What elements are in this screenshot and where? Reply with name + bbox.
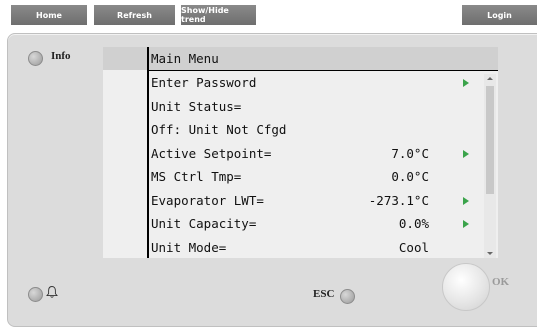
menu-row: Unit Mode= Cool	[151, 236, 481, 259]
alarm-led-button[interactable]	[28, 287, 43, 302]
home-button[interactable]: Home	[11, 5, 87, 25]
menu-row-value: Cool	[398, 239, 429, 255]
scroll-down-icon[interactable]	[487, 252, 493, 255]
menu-row-value: -273.1°C	[368, 192, 429, 208]
menu-title: Main Menu	[151, 51, 219, 66]
scroll-thumb[interactable]	[486, 86, 494, 194]
menu-row-label: Evaporator LWT=	[151, 192, 264, 208]
info-led-button[interactable]	[28, 51, 43, 66]
menu-row[interactable]: Evaporator LWT= -273.1°C	[151, 189, 481, 212]
screen-scrollbar[interactable]	[484, 74, 496, 258]
menu-row-label: Enter Password	[151, 75, 257, 90]
menu-title-bar: Main Menu	[103, 47, 498, 70]
menu-row-label: Active Setpoint=	[151, 145, 272, 161]
ok-knob-button[interactable]	[442, 263, 490, 311]
menu-row: Off: Unit Not Cfgd	[151, 118, 481, 141]
esc-button[interactable]	[340, 289, 355, 304]
menu-row-label: Unit Mode=	[151, 239, 227, 255]
menu-row[interactable]: Active Setpoint= 7.0°C	[151, 142, 481, 165]
menu-row-label: Off: Unit Not Cfgd	[151, 122, 287, 137]
login-button[interactable]: Login	[462, 5, 537, 25]
show-hide-trend-button[interactable]: Show/Hide trend	[181, 5, 256, 25]
info-label: Info	[51, 50, 71, 62]
menu-row-value: 0.0%	[398, 216, 429, 231]
screen-divider	[147, 47, 149, 258]
menu-row: Unit Status=	[151, 95, 481, 118]
menu-row[interactable]: Enter Password	[151, 71, 481, 94]
arrow-right-icon[interactable]	[463, 149, 469, 158]
ok-label: OK	[492, 276, 510, 288]
bell-icon[interactable]	[45, 285, 59, 299]
arrow-right-icon[interactable]	[463, 79, 469, 87]
arrow-right-icon[interactable]	[463, 220, 469, 228]
arrow-right-icon[interactable]	[463, 196, 469, 205]
lcd-screen: Main Menu Enter Password Unit Status= Off:…	[103, 47, 498, 258]
refresh-button[interactable]: Refresh	[94, 5, 175, 25]
scroll-up-icon[interactable]	[487, 77, 493, 80]
menu-row-value: 0.0°C	[391, 169, 429, 184]
menu-row[interactable]: Unit Capacity= 0.0%	[151, 212, 481, 235]
menu-row-label: Unit Status=	[151, 98, 242, 114]
esc-label: ESC	[313, 288, 335, 300]
menu-row-label: MS Ctrl Tmp=	[151, 169, 242, 184]
menu-row-value: 7.0°C	[391, 145, 429, 161]
menu-row: MS Ctrl Tmp= 0.0°C	[151, 165, 481, 188]
menu-row-label: Unit Capacity=	[151, 216, 257, 231]
